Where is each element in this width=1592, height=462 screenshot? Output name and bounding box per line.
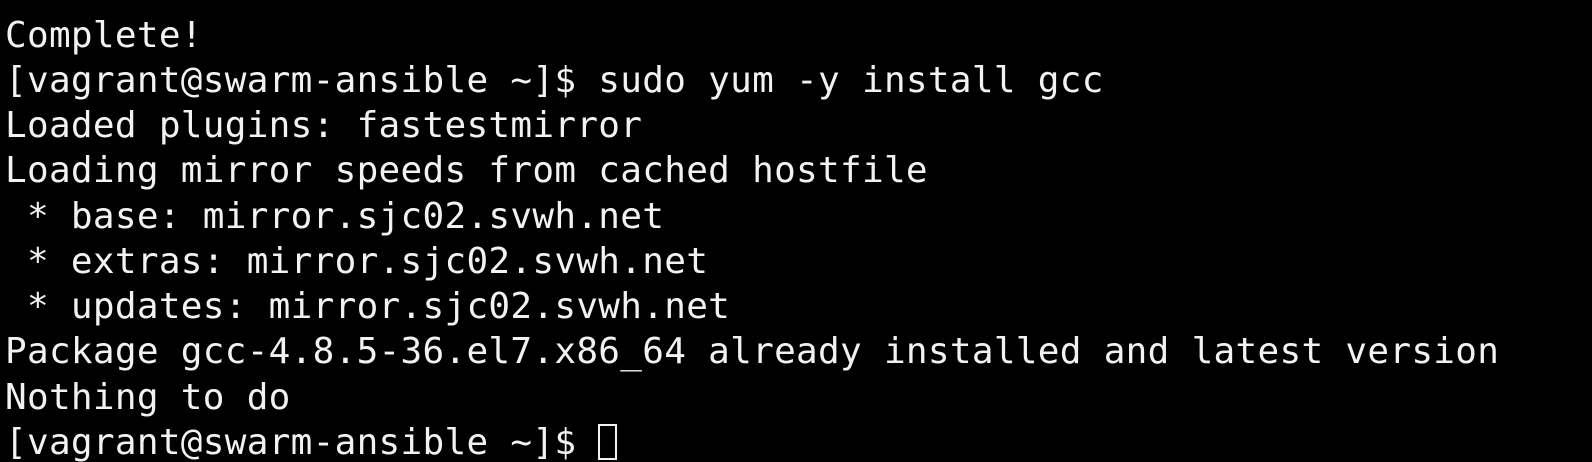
terminal-window[interactable]: Complete! [vagrant@swarm-ansible ~]$ sud… <box>0 0 1592 462</box>
output-line: Loaded plugins: fastestmirror <box>5 105 643 146</box>
output-line: * base: mirror.sjc02.svwh.net <box>5 196 665 237</box>
command-line: [vagrant@swarm-ansible ~]$ sudo yum -y i… <box>5 60 1104 101</box>
output-line: Complete! <box>5 15 203 56</box>
output-line: Package gcc-4.8.5-36.el7.x86_64 already … <box>5 331 1500 372</box>
output-line: * extras: mirror.sjc02.svwh.net <box>5 241 709 282</box>
text-cursor[interactable] <box>598 424 618 460</box>
output-line: Loading mirror speeds from cached hostfi… <box>5 150 928 191</box>
output-line: Nothing to do <box>5 377 291 418</box>
output-line: * updates: mirror.sjc02.svwh.net <box>5 286 731 327</box>
prompt-line[interactable]: [vagrant@swarm-ansible ~]$ <box>5 420 618 462</box>
shell-prompt: [vagrant@swarm-ansible ~]$ <box>5 422 599 462</box>
